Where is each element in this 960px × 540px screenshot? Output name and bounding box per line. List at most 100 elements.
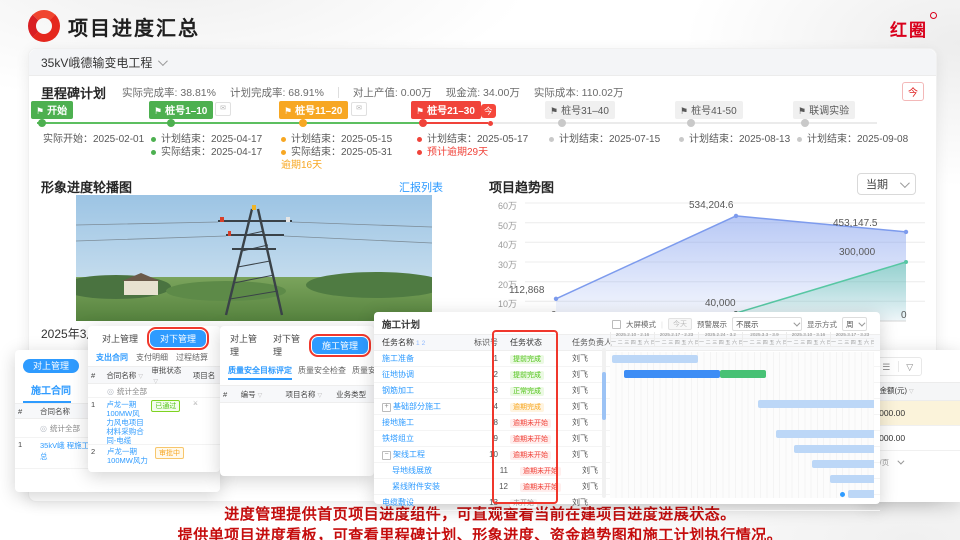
milestone-flag-5[interactable]: 桩号41-50	[675, 101, 743, 119]
milestone-flag-2[interactable]: 桩号11–20	[279, 101, 348, 119]
tab-downstream-active[interactable]: 对下管理	[150, 330, 206, 347]
caption-line-2: 提供单项目进度看板，可查看里程碑计划、形象进度、资金趋势图和施工计划执行情况。	[0, 524, 960, 540]
data-label: 0	[901, 310, 907, 321]
tab-upstream[interactable]: 对上管理	[94, 330, 146, 347]
filter-icon[interactable]	[258, 392, 263, 399]
subtab-process-settle[interactable]: 过程结算	[176, 352, 208, 363]
milestone-node	[687, 119, 695, 127]
amount-cell: 0,000.00	[866, 401, 960, 426]
subtab-expense-contract[interactable]: 支出合同	[96, 352, 128, 363]
filter-icon[interactable]	[909, 388, 914, 397]
milestone-flag-1[interactable]: 桩号1–10	[149, 101, 213, 119]
mode-label: 显示方式	[807, 319, 837, 330]
collapse-icon[interactable]	[382, 451, 391, 460]
col-task-name: 任务名称12	[374, 337, 468, 348]
filter-icon[interactable]: ▽	[899, 359, 922, 375]
checkbox-fullscreen[interactable]	[612, 320, 621, 329]
gantt-bar[interactable]	[720, 370, 766, 378]
expand-icon[interactable]	[382, 403, 391, 412]
status-badge: 已通过	[151, 400, 180, 412]
carousel-title: 形象进度轮播图	[41, 177, 132, 196]
row-index: 2	[88, 445, 104, 458]
milestone-flag-3[interactable]: 桩号21–30	[411, 101, 481, 119]
milestone-node	[38, 119, 46, 127]
filter-icon[interactable]	[138, 373, 143, 380]
subtab-quality-reward[interactable]: 质量安全奖罚	[352, 365, 374, 380]
milestone-detail-2: 计划结束：2025-05-15 实际结束：2025-05-31 逾期16天	[281, 133, 392, 172]
fullscreen-label: 大屏模式	[626, 319, 656, 330]
sort-badge[interactable]: 2	[422, 340, 426, 347]
mail-icon[interactable]	[215, 102, 231, 116]
tab-upstream[interactable]: 对上管理	[23, 359, 79, 373]
data-label: 453,147.5	[833, 218, 878, 229]
subtab-payment-detail[interactable]: 支付明细	[136, 352, 168, 363]
pagination[interactable]: 条/页	[866, 451, 960, 474]
gantt-controls: 大屏模式 | 今天 预警展示 不展示 显示方式 周	[612, 317, 867, 331]
gantt-bar[interactable]	[758, 400, 874, 408]
sort-badge[interactable]: 1	[416, 340, 420, 347]
milestone-flag-4[interactable]: 桩号31–40	[545, 101, 615, 119]
filter-icon[interactable]	[317, 392, 322, 399]
stats-icon	[40, 424, 50, 433]
col-task-id: 标识号	[468, 337, 504, 348]
page-title: 项目进度汇总	[68, 12, 200, 41]
mode-select[interactable]: 周	[842, 317, 868, 331]
gantt-bar[interactable]	[812, 460, 874, 468]
y-tick: 60万	[483, 199, 517, 212]
subtab-quality-target[interactable]: 质量安全目标评定	[228, 365, 292, 380]
today-node	[488, 121, 493, 126]
chevron-down-icon	[859, 319, 866, 326]
milestone-node	[558, 119, 566, 127]
scrollbar-thumb[interactable]	[602, 372, 606, 420]
gantt-bar[interactable]	[848, 490, 874, 498]
chevron-down-icon	[793, 319, 800, 326]
tab-downstream[interactable]: 对下管理	[269, 330, 308, 360]
today-badge: 今	[481, 104, 496, 118]
col-number: 编号	[238, 387, 283, 402]
status-badge: 逾期未开始	[510, 435, 551, 444]
vertical-scrollbar[interactable]	[602, 348, 606, 498]
status-badge: 逾期未开始	[510, 419, 551, 428]
stat-plan-complete: 计划完成率: 68.91%	[230, 85, 324, 100]
stats-icon	[107, 387, 117, 396]
milestone-flag-6[interactable]: 联调实验	[793, 101, 855, 119]
project-selector[interactable]: 35kV峨德输变电工程	[29, 49, 936, 76]
period-select[interactable]: 当期	[857, 173, 916, 195]
warn-select[interactable]: 不展示	[732, 317, 802, 331]
row-index: 1	[15, 438, 37, 451]
report-list-link[interactable]: 汇报列表	[399, 179, 443, 195]
col-index: #	[15, 405, 37, 418]
brand-mark-icon	[930, 12, 937, 19]
tab-upstream[interactable]: 对上管理	[226, 330, 265, 360]
section-construction-contract[interactable]: 施工合同	[23, 374, 71, 403]
gantt-bar[interactable]	[830, 475, 874, 483]
progress-photo[interactable]	[76, 195, 432, 321]
milestone-flag-start[interactable]: 开始	[31, 101, 73, 119]
status-cell: 审批中	[152, 445, 196, 461]
status-badge: 逾期未开始	[520, 467, 561, 476]
today-button[interactable]: 今	[902, 82, 924, 101]
gantt-week-col: 2025.2.24 - 3.2一二三四五六日	[698, 332, 742, 346]
window-finance: ☰▽ 收金额(元) 0,000.00 0,000.00 条/页	[866, 350, 960, 502]
mail-icon[interactable]	[351, 102, 367, 116]
gantt-week-col: 2025.3.3 - 3.9一二三四五六日	[742, 332, 786, 346]
status-badge: 正常完成	[510, 387, 544, 396]
tab-construction-active[interactable]: 施工管理	[312, 337, 368, 354]
pagination-dot[interactable]	[840, 492, 845, 497]
contract-link[interactable]: 卢龙一期100MW风力	[104, 445, 152, 467]
col-biz-type: 业务类型	[333, 387, 374, 402]
trend-title: 项目趋势图	[489, 177, 554, 196]
chevron-down-icon	[158, 56, 168, 66]
gantt-body[interactable]	[610, 352, 874, 498]
gantt-bar[interactable]	[776, 430, 874, 438]
contract-link[interactable]: 卢龙一期100MW风力风电项目材料采购合同-电缆	[103, 398, 148, 447]
today-chip[interactable]: 今天	[668, 318, 692, 330]
gantt-bar[interactable]	[624, 370, 720, 378]
subtab-quality-check[interactable]: 质量安全检查	[298, 365, 346, 380]
data-label: 300,000	[839, 247, 875, 258]
milestone-detail-5: 计划结束：2025-08-13	[679, 133, 790, 146]
col-index: #	[220, 388, 238, 401]
milestone-detail-1: 计划结束：2025-04-17 实际结束：2025-04-17	[151, 133, 262, 159]
gantt-bar[interactable]	[612, 355, 698, 363]
gantt-bar[interactable]	[794, 445, 874, 453]
